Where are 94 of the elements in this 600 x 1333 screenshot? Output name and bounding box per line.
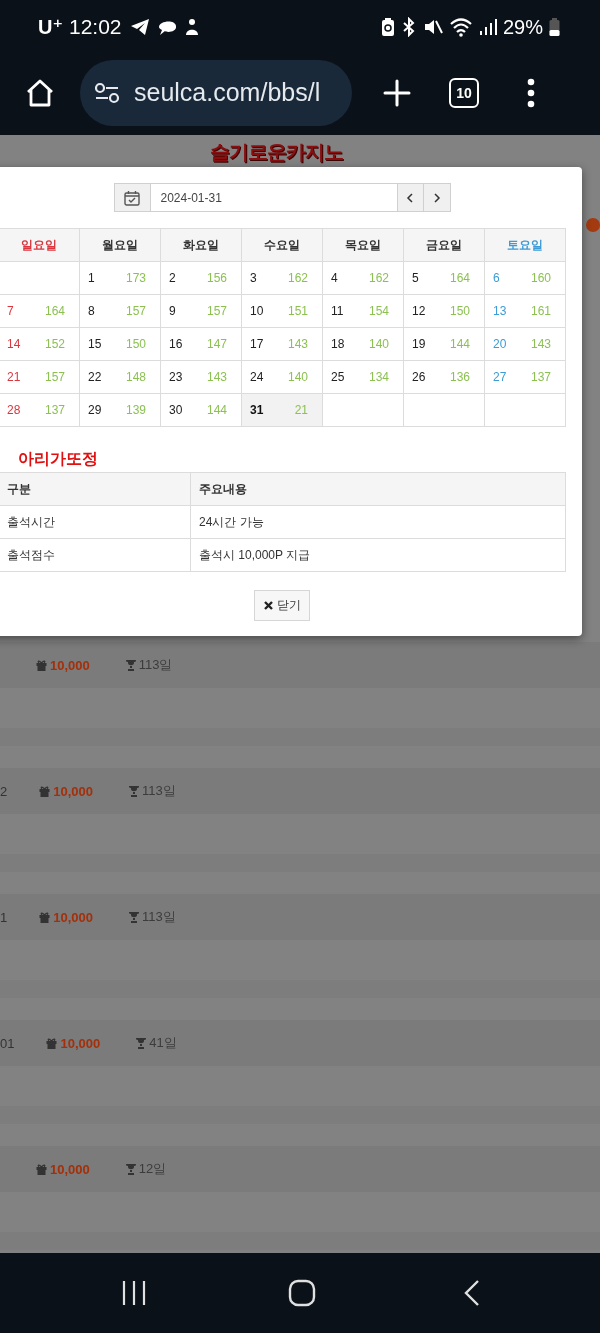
calendar-day[interactable]: 31 21 (241, 393, 323, 427)
trophy-icon (135, 1037, 148, 1049)
new-badge-icon (586, 218, 600, 232)
recent-apps-icon[interactable] (121, 1280, 147, 1306)
calendar-day[interactable]: 21 157 (0, 360, 80, 394)
calendar-day[interactable]: 5 164 (403, 261, 485, 295)
weekday-header: 일요일 (0, 228, 80, 262)
battery-icon (549, 17, 560, 37)
previous-month-button[interactable] (396, 183, 424, 212)
days-value: 12일 (138, 1160, 167, 1178)
wifi-icon (448, 17, 473, 37)
weekday-header: 화요일 (160, 228, 242, 262)
row-text: 1 (0, 909, 8, 925)
calendar-day[interactable]: 29 139 (79, 393, 161, 427)
table-cell: 출석시 10,000P 지급 (190, 538, 566, 572)
calendar-icon (124, 189, 140, 206)
weekday-header: 수요일 (241, 228, 323, 262)
weekday-header: 목요일 (322, 228, 404, 262)
calendar-day[interactable]: 15 150 (79, 327, 161, 361)
calendar-day[interactable]: 17 143 (241, 327, 323, 361)
points-value: 10,000 (53, 909, 93, 925)
calendar-day[interactable]: 18 140 (322, 327, 404, 361)
trophy-icon (128, 785, 140, 797)
weekday-header: 금요일 (403, 228, 485, 262)
figure-icon (183, 18, 200, 36)
close-button[interactable]: 닫기 (254, 590, 310, 621)
weekday-header: 월요일 (79, 228, 161, 262)
table-cell: 출석점수 (0, 538, 191, 572)
days-value: 113일 (142, 782, 176, 800)
calendar-day[interactable]: 12 150 (403, 294, 485, 328)
battery-percent: 29% (502, 15, 543, 39)
home-icon[interactable] (25, 77, 55, 108)
weekday-header: 토요일 (484, 228, 566, 262)
points-value: 10,000 (53, 783, 93, 799)
row-text: 01 (0, 1035, 15, 1051)
calendar-button[interactable] (113, 183, 151, 212)
section-title: 아리가또정 (18, 449, 99, 469)
points-value: 10,000 (50, 1161, 90, 1177)
chevron-left-icon (406, 192, 414, 203)
calendar-day[interactable]: 23 143 (160, 360, 242, 394)
calendar-day[interactable]: 16 147 (160, 327, 242, 361)
points-value: 10,000 (60, 1035, 101, 1051)
calendar-day[interactable]: 3 162 (241, 261, 323, 295)
trophy-icon (124, 1163, 137, 1175)
days-value: 113일 (142, 908, 176, 926)
gift-icon (36, 659, 47, 671)
calendar-day[interactable]: 26 136 (403, 360, 485, 394)
calendar-day[interactable]: 8 157 (79, 294, 161, 328)
carrier-label: U⁺ (38, 15, 63, 39)
calendar-day[interactable]: 7 164 (0, 294, 80, 328)
calendar-day[interactable]: 19 144 (403, 327, 485, 361)
close-icon (263, 601, 273, 610)
row-text: 2 (0, 783, 8, 799)
column-header: 주요내용 (190, 472, 566, 506)
home-button-icon[interactable] (288, 1279, 316, 1307)
calendar-day[interactable]: 24 140 (241, 360, 323, 394)
clock-time: 12:02 (69, 15, 122, 39)
next-month-button[interactable] (423, 183, 451, 212)
trophy-icon (128, 911, 140, 923)
calendar-day[interactable]: 1 173 (79, 261, 161, 295)
date-field[interactable]: 2024-01-31 (150, 183, 397, 212)
days-value: 41일 (149, 1034, 177, 1052)
calendar-day[interactable]: 28 137 (0, 393, 80, 427)
calendar-day[interactable]: 22 148 (79, 360, 161, 394)
calendar-day[interactable]: 14 152 (0, 327, 80, 361)
url-text: seulca.com/bbs/l (134, 78, 321, 107)
calendar-day[interactable]: 9 157 (160, 294, 242, 328)
calendar-day[interactable]: 30 144 (160, 393, 242, 427)
new-tab-icon[interactable] (383, 78, 411, 107)
trophy-icon (124, 659, 137, 671)
battery-saver-icon (380, 17, 395, 37)
paper-plane-icon (129, 18, 150, 36)
calendar-day[interactable]: 10 151 (241, 294, 323, 328)
back-icon[interactable] (463, 1279, 481, 1307)
gift-icon (46, 1037, 58, 1049)
table-cell: 24시간 가능 (190, 505, 566, 539)
signal-icon (478, 17, 497, 37)
mute-icon (422, 17, 443, 37)
gift-icon (36, 1163, 47, 1175)
calendar-day[interactable]: 2 156 (160, 261, 242, 295)
gift-icon (39, 911, 51, 923)
gift-icon (39, 785, 51, 797)
calendar-day[interactable]: 25 134 (322, 360, 404, 394)
calendar-day[interactable]: 11 154 (322, 294, 404, 328)
chevron-right-icon (432, 192, 441, 203)
days-value: 113일 (138, 656, 173, 674)
menu-icon[interactable] (526, 77, 536, 108)
address-bar[interactable]: seulca.com/bbs/l (80, 59, 352, 126)
points-value: 10,000 (50, 657, 90, 673)
calendar-day[interactable]: 4 162 (322, 261, 404, 295)
column-header: 구분 (0, 472, 191, 506)
table-cell: 출석시간 (0, 505, 191, 539)
site-settings-icon[interactable] (94, 80, 120, 105)
tab-count-button[interactable]: 10 (449, 77, 479, 108)
